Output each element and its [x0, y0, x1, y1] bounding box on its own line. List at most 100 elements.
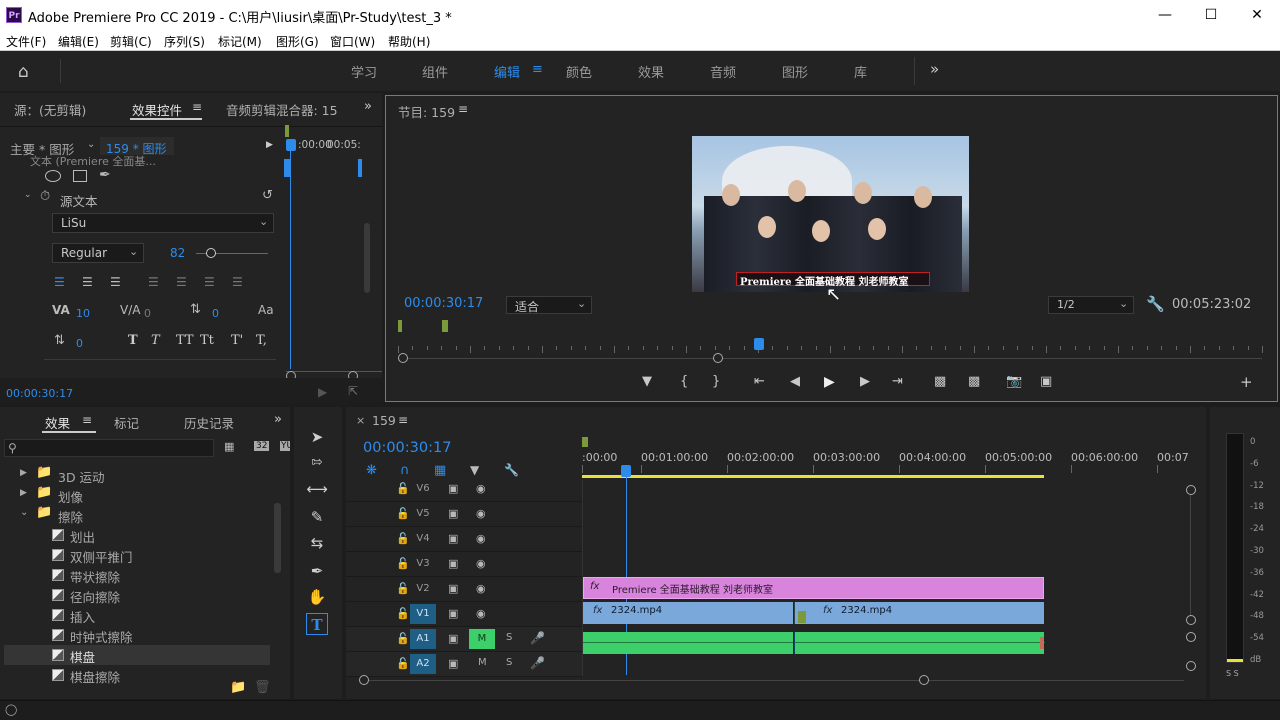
32bit-effects-badge[interactable]: 32 — [254, 441, 270, 451]
sync-lock-icon[interactable]: ▣ — [448, 507, 458, 520]
razor-tool-icon[interactable]: ✎ — [306, 506, 328, 528]
menu-clip[interactable]: 剪辑(C) — [110, 33, 152, 50]
add-marker-icon[interactable]: ▼ — [642, 374, 652, 389]
export-frame-camera-icon[interactable]: 📷 — [1006, 374, 1022, 389]
tab-source[interactable]: 源：(无剪辑) — [14, 100, 86, 119]
video-clip-2[interactable]: fx 2324.mp4 — [794, 602, 1044, 624]
extract-icon[interactable]: ▩ — [968, 374, 980, 389]
workspace-libraries[interactable]: 库 — [854, 62, 867, 81]
ellipse-mask-icon[interactable] — [45, 170, 61, 182]
program-zoom-handle-left[interactable] — [398, 353, 408, 363]
track-lock-icon[interactable]: 🔓 — [396, 657, 410, 670]
solo-track-button[interactable]: S — [506, 632, 512, 643]
justify-last-left-icon[interactable]: ☰ — [148, 275, 162, 289]
faux-bold-button[interactable]: T — [128, 333, 138, 348]
workspace-editing[interactable]: 编辑 — [494, 62, 520, 81]
slip-tool-icon[interactable]: ⇆ — [306, 532, 328, 554]
track-visibility-eye-icon[interactable]: ◉ — [476, 582, 486, 595]
sync-lock-icon[interactable]: ▣ — [448, 482, 458, 495]
pen-tool-icon[interactable]: ✒ — [306, 560, 328, 582]
track-target-label[interactable]: V2 — [410, 579, 436, 599]
track-select-tool-icon[interactable]: ⇰ — [306, 452, 328, 474]
all-caps-button[interactable]: TT — [176, 333, 194, 348]
menu-edit[interactable]: 编辑(E) — [58, 33, 99, 50]
menu-sequence[interactable]: 序列(S) — [164, 33, 205, 50]
hand-tool-icon[interactable]: ✋ — [306, 586, 328, 608]
program-playhead[interactable] — [753, 338, 764, 350]
new-bin-folder-icon[interactable]: 📁 — [230, 680, 246, 695]
program-zoom-handle-right[interactable] — [713, 353, 723, 363]
stopwatch-icon[interactable]: ⏱ — [40, 189, 50, 204]
sequence-tab[interactable]: 159 — [372, 413, 396, 428]
folder-expand-arrow[interactable]: ▶ — [20, 468, 27, 478]
track-scroll-handle[interactable] — [1186, 485, 1196, 495]
tab-audio-clip-mixer[interactable]: 音频剪辑混合器: 15 — [226, 100, 342, 119]
subscript-button[interactable]: T, — [256, 333, 267, 348]
sync-lock-icon[interactable]: ▣ — [448, 532, 458, 545]
track-lock-icon[interactable]: 🔓 — [396, 632, 410, 645]
track-visibility-eye-icon[interactable]: ◉ — [476, 532, 486, 545]
audio-clip-1[interactable] — [583, 632, 793, 654]
effect-folder-wipe[interactable]: 擦除 — [58, 507, 83, 526]
workspace-color[interactable]: 颜色 — [566, 62, 592, 81]
zoom-fit-dropdown[interactable]: 适合 ⌄ — [506, 296, 592, 314]
delete-trash-icon[interactable]: 🗑 — [254, 680, 271, 695]
align-left-icon[interactable]: ☰ — [54, 275, 68, 289]
graphic-clip[interactable]: fx Premiere 全面基础教程 刘老师教室 — [583, 577, 1044, 599]
workspace-effects[interactable]: 效果 — [638, 62, 664, 81]
track-visibility-eye-icon[interactable]: ◉ — [476, 607, 486, 620]
timeline-playhead-handle[interactable] — [621, 465, 631, 477]
timeline-zoom-handle-right[interactable] — [919, 675, 929, 685]
close-sequence-icon[interactable]: × — [356, 414, 365, 427]
mark-out-icon[interactable]: } — [712, 374, 720, 389]
step-back-icon[interactable]: ◀ — [790, 374, 800, 389]
justify-last-center-icon[interactable]: ☰ — [176, 275, 190, 289]
vertical-scrollbar[interactable] — [274, 503, 281, 573]
button-editor-plus-icon[interactable]: + — [1240, 373, 1253, 391]
nest-toggle-icon[interactable]: ❋ — [366, 463, 377, 478]
track-target-label[interactable]: V6 — [410, 479, 436, 499]
ripple-edit-tool-icon[interactable]: ⟷ — [306, 478, 328, 500]
effect-item[interactable]: 时钟式擦除 — [70, 627, 133, 646]
kerning-value[interactable]: 0 — [144, 307, 151, 320]
lift-icon[interactable]: ▩ — [934, 374, 946, 389]
align-center-icon[interactable]: ☰ — [82, 275, 96, 289]
video-clip-1[interactable]: fx 2324.mp4 — [583, 602, 793, 624]
close-button[interactable]: ✕ — [1234, 0, 1280, 30]
more-workspaces-icon[interactable]: » — [930, 60, 939, 78]
sync-lock-icon[interactable]: ▣ — [448, 582, 458, 595]
effect-item[interactable]: 划出 — [70, 527, 95, 546]
sync-lock-icon[interactable]: ▣ — [448, 557, 458, 570]
track-scroll-track[interactable] — [1190, 495, 1191, 615]
minimize-button[interactable]: — — [1142, 0, 1188, 30]
export-icon[interactable]: ⇱ — [348, 384, 358, 398]
superscript-button[interactable]: T' — [231, 333, 243, 348]
folder-collapse-arrow[interactable]: ⌄ — [20, 507, 28, 518]
small-caps-button[interactable]: Tt — [200, 333, 214, 348]
workspace-graphics[interactable]: 图形 — [782, 62, 808, 81]
effect-item[interactable]: 棋盘 — [70, 647, 95, 666]
text-scale-icon[interactable]: Aa — [258, 303, 274, 317]
audio-clip-2[interactable] — [794, 632, 1045, 654]
step-forward-icon[interactable]: ▶ — [860, 374, 870, 389]
more-tabs-icon[interactable]: » — [364, 99, 372, 114]
workspace-audio[interactable]: 音频 — [710, 62, 736, 81]
background-tasks-icon[interactable]: ◯ — [5, 703, 17, 716]
reset-parameter-icon[interactable]: ↺ — [262, 188, 273, 203]
solo-track-button[interactable]: S — [506, 657, 512, 668]
rectangle-mask-icon[interactable] — [73, 170, 87, 182]
comparison-view-icon[interactable]: ▣ — [1040, 374, 1052, 389]
workspace-assembly[interactable]: 组件 — [422, 62, 448, 81]
panel-menu-icon[interactable]: ≡ — [458, 102, 468, 116]
effect-item[interactable]: 带状擦除 — [70, 567, 120, 586]
maximize-button[interactable]: ☐ — [1188, 0, 1234, 30]
timeline-zoom-track[interactable] — [364, 680, 1184, 681]
baseline-shift-value[interactable]: 0 — [76, 337, 83, 350]
meter-solo-buttons[interactable]: S S — [1226, 669, 1239, 678]
workspace-learn[interactable]: 学习 — [351, 62, 377, 81]
track-visibility-eye-icon[interactable]: ◉ — [476, 482, 486, 495]
track-target-label[interactable]: V4 — [410, 529, 436, 549]
program-monitor-title[interactable]: 节目: 159 — [398, 102, 455, 121]
go-to-in-icon[interactable]: ⇤ — [754, 374, 765, 389]
go-to-out-icon[interactable]: ⇥ — [892, 374, 903, 389]
